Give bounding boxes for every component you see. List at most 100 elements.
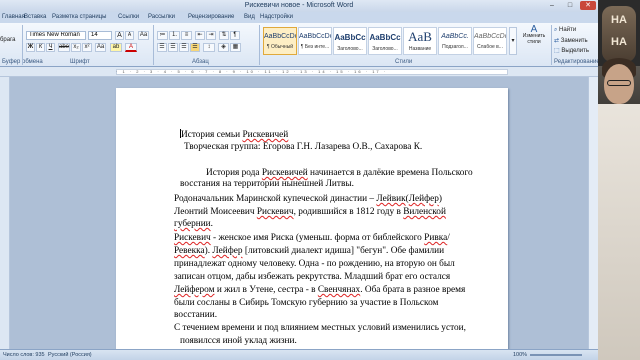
zoom-level[interactable]: 100% — [513, 352, 527, 358]
style-sample: AaBbCc. — [441, 33, 469, 40]
decrease-indent-icon[interactable]: ⇤ — [195, 31, 205, 40]
change-case-button[interactable]: Aa — [95, 43, 106, 52]
spelling-error-word: Рискевич — [174, 233, 211, 243]
document-line[interactable]: Леонтий Моисеевич Рискевич, родившийся в… — [174, 207, 446, 217]
font-color-button[interactable]: A — [125, 43, 137, 52]
increase-indent-icon[interactable]: ⇥ — [206, 31, 216, 40]
font-name-combo[interactable]: Times New Roman — [26, 31, 86, 40]
window-controls: – □ ✕ — [544, 1, 596, 10]
style-no-spacing[interactable]: AaBbCcDc ¶ Без инте... — [298, 27, 332, 55]
superscript-button[interactable]: x² — [82, 43, 92, 52]
style-subtitle[interactable]: AaBbCc. Подзагол... — [438, 27, 472, 55]
sort-icon[interactable]: ⇅ — [219, 31, 229, 40]
select-icon: ⬚ — [554, 48, 560, 54]
style-heading-2[interactable]: AaBbCc Заголово... — [368, 27, 402, 55]
document-line[interactable]: записан отцом, дабы избежать рекрутства.… — [174, 272, 450, 282]
minimize-button[interactable]: – — [544, 1, 560, 10]
spelling-error-word: Лейфером — [174, 285, 215, 295]
vertical-scrollbar[interactable] — [588, 77, 598, 349]
document-page[interactable]: История семьи Рискевичей Творческая групп… — [116, 88, 508, 360]
spelling-error-word: Ривка — [424, 233, 448, 243]
tab-view[interactable]: Вид — [244, 12, 260, 23]
document-line[interactable]: С течением времени и под влиянием местны… — [174, 323, 466, 333]
presenter-body — [598, 104, 640, 360]
font-size-combo[interactable]: 14 — [88, 31, 112, 40]
strikethrough-button[interactable]: abe — [58, 43, 70, 52]
close-button[interactable]: ✕ — [580, 1, 596, 10]
align-left-icon[interactable]: ☰ — [157, 43, 167, 52]
document-line[interactable]: Ревекка). Лейфер [литовский диалект идиш… — [174, 246, 444, 256]
zoom-slider[interactable] — [530, 354, 582, 356]
text-run: восстания на территории нынешней Литвы. — [180, 179, 354, 189]
vertical-ruler[interactable] — [0, 77, 10, 349]
tab-page-layout[interactable]: Разметка страницы — [52, 12, 118, 23]
shrink-font-button[interactable]: A — [125, 31, 134, 40]
bold-button[interactable]: Ж — [26, 43, 35, 52]
document-line[interactable]: были сосланы в Сибирь Томскую губернию з… — [174, 298, 438, 308]
style-name: Слабое в... — [477, 44, 503, 50]
style-title[interactable]: AaB Название — [403, 27, 437, 55]
justify-icon[interactable]: ☰ — [190, 43, 200, 52]
spelling-error-word: Лейфер — [212, 246, 243, 256]
styles-more-icon[interactable]: ▾ — [509, 27, 517, 55]
change-styles-label: Изменить стили — [522, 33, 546, 45]
style-subtle-emphasis[interactable]: AaBbCcDc Слабое в... — [473, 27, 507, 55]
ribbon-tabs: Главная Вставка Разметка страницы Ссылки… — [0, 12, 598, 23]
text-run: / — [447, 233, 450, 243]
borders-icon[interactable]: ▦ — [230, 43, 241, 52]
select-label: Выделить — [561, 48, 590, 54]
maximize-button[interactable]: □ — [562, 1, 578, 10]
shading-icon[interactable]: ◈ — [218, 43, 229, 52]
style-name: Заголово... — [372, 46, 398, 52]
numbering-icon[interactable]: ⒈ — [169, 31, 180, 40]
word-count[interactable]: Число слов: 935 — [3, 352, 45, 358]
tab-insert[interactable]: Вставка — [24, 12, 52, 23]
style-normal[interactable]: AaBbCcDc ¶ Обычный — [263, 27, 297, 55]
replace-button[interactable]: ⇄ Заменить — [554, 37, 588, 44]
document-line[interactable]: Родоначальник Маринской купеческой динас… — [174, 194, 442, 204]
bullets-icon[interactable]: ≔ — [157, 31, 168, 40]
document-line[interactable]: появилсся иной уклад жизни. — [180, 336, 297, 346]
tab-addins[interactable]: Надстройки — [260, 12, 300, 23]
text-run: ) — [438, 194, 443, 204]
spelling-error-word: Виленской — [403, 207, 446, 217]
show-marks-icon[interactable]: ¶ — [230, 31, 240, 40]
text-run: С течением времени и под влиянием местны… — [174, 323, 466, 333]
subscript-button[interactable]: x₂ — [71, 43, 81, 52]
document-line[interactable]: восстании. — [174, 310, 217, 320]
style-sample: AaBbCcDc — [474, 33, 506, 40]
document-line[interactable]: Лейфером и жил в Утене, сестра - в Свенч… — [174, 285, 465, 295]
document-line[interactable]: Рискевич - женское имя Риска (уменьш. фо… — [174, 233, 450, 243]
underline-button[interactable]: Ч — [46, 43, 55, 52]
find-button[interactable]: ⌕ Найти — [554, 27, 576, 34]
group-separator — [22, 25, 23, 65]
clear-format-button[interactable]: Aa — [138, 31, 149, 40]
multilevel-list-icon[interactable]: ≡ — [181, 31, 192, 40]
tab-references[interactable]: Ссылки — [118, 12, 148, 23]
document-line[interactable]: История семьи Рискевичей — [180, 129, 288, 140]
grow-font-button[interactable]: A — [115, 31, 124, 40]
tab-mailings[interactable]: Рассылки — [148, 12, 188, 23]
line-spacing-icon[interactable]: ↕ — [203, 43, 215, 52]
webcam-overlay: НА НА — [598, 0, 640, 360]
document-line[interactable]: принадлежат одному человеку. Одна - по р… — [174, 259, 455, 269]
language-indicator[interactable]: Русский (Россия) — [48, 352, 92, 358]
highlight-button[interactable]: ab — [110, 43, 122, 52]
tab-home[interactable]: Главная — [0, 12, 25, 23]
style-heading-1[interactable]: AaBbCc Заголово... — [333, 27, 367, 55]
tab-review[interactable]: Рецензирование — [188, 12, 244, 23]
change-styles-button[interactable]: A Изменить стили — [520, 25, 548, 57]
document-line[interactable]: История рода Рискевичей начинается в дал… — [206, 168, 473, 178]
document-line[interactable]: губернии. — [174, 219, 213, 229]
horizontal-ruler[interactable]: · 1 · 2 · 3 · 4 · 5 · 6 · 7 · 8 · 9 · 10… — [0, 67, 598, 77]
align-center-icon[interactable]: ☰ — [168, 43, 178, 52]
document-line[interactable]: восстания на территории нынешней Литвы. — [180, 179, 354, 189]
document-workspace: История семьи Рискевичей Творческая групп… — [0, 77, 598, 360]
text-run: . Оба брата в разное время — [360, 285, 466, 295]
italic-button[interactable]: К — [36, 43, 45, 52]
select-button[interactable]: ⬚ Выделить — [554, 47, 589, 54]
word-window: Рискевичи новое - Microsoft Word – □ ✕ Г… — [0, 0, 640, 360]
spelling-error-word: губернии — [174, 219, 211, 229]
document-line[interactable]: Творческая группа: Егорова Г.Н. Лазарева… — [184, 142, 422, 152]
align-right-icon[interactable]: ☰ — [179, 43, 189, 52]
